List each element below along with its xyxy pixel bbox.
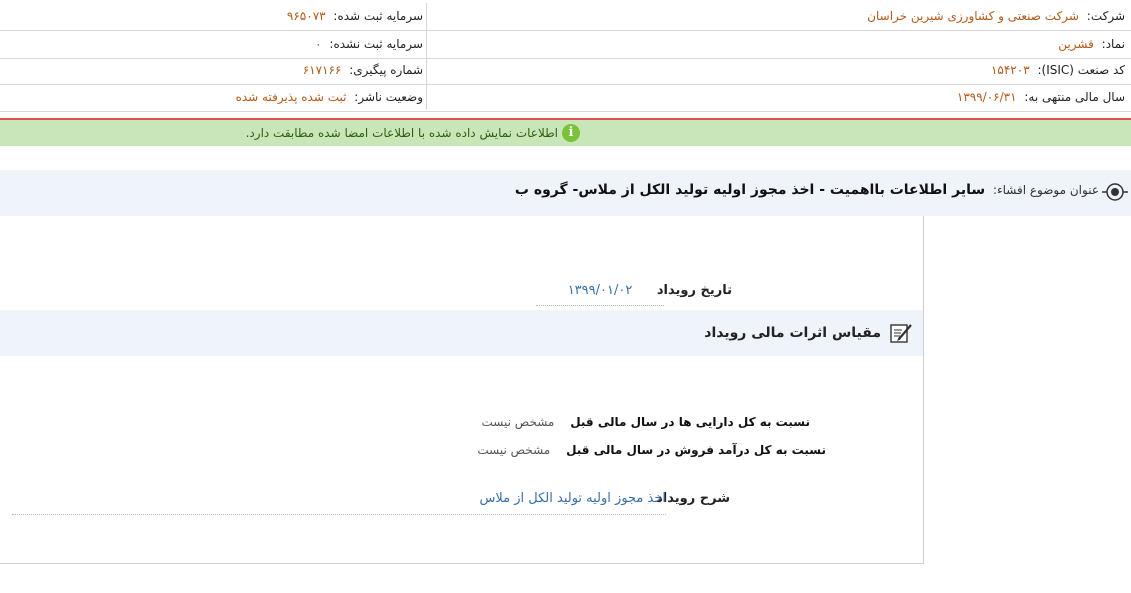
panel-border	[923, 216, 924, 564]
edit-note-icon	[890, 324, 912, 343]
revenue-ratio-label: نسبت به کل درآمد فروش در سال مالی قبل	[566, 443, 826, 457]
revenue-ratio-value: مشخص نیست	[477, 443, 551, 457]
symbol-value: قشرین	[1058, 37, 1094, 51]
panel-border	[0, 563, 924, 564]
verification-message-text: اطلاعات نمایش داده شده با اطلاعات امضا ش…	[245, 126, 558, 140]
symbol-label: نماد:	[1101, 37, 1125, 51]
table-row: کد صنعت (ISIC): ۱۵۴۲۰۳ شماره پیگیری: ۶۱۷…	[0, 57, 1131, 85]
company-label: شرکت:	[1086, 9, 1125, 23]
tracking-number-cell: شماره پیگیری: ۶۱۷۱۶۶	[303, 57, 423, 84]
isic-cell: کد صنعت (ISIC): ۱۵۴۲۰۳	[991, 57, 1125, 84]
subject-value: سایر اطلاعات بااهمیت - اخذ مجوز اولیه تو…	[514, 182, 986, 198]
fiscal-year-value: ۱۳۹۹/۰۶/۳۱	[956, 90, 1017, 104]
unregistered-capital-cell: سرمایه ثبت نشده: ۰	[315, 31, 423, 58]
publisher-status-label: وضعیت ناشر:	[354, 90, 423, 104]
target-icon	[1102, 183, 1128, 201]
unregistered-capital-label: سرمایه ثبت نشده:	[329, 37, 423, 51]
isic-value: ۱۵۴۲۰۳	[990, 63, 1030, 77]
info-icon: i	[562, 124, 580, 142]
financial-effects-section-header: مقیاس اثرات مالی رویداد	[0, 310, 923, 356]
event-date-field: ۱۳۹۹/۰۱/۰۲	[536, 281, 664, 306]
unregistered-capital-value: ۰	[315, 37, 322, 51]
assets-ratio-value: مشخص نیست	[481, 415, 555, 429]
event-date-label: تاریخ رویداد	[656, 283, 732, 298]
registered-capital-label: سرمایه ثبت شده:	[333, 9, 423, 23]
table-row: سال مالی منتهی به: ۱۳۹۹/۰۶/۳۱ وضعیت ناشر…	[0, 84, 1131, 112]
table-row: نماد: قشرین سرمایه ثبت نشده: ۰	[0, 31, 1131, 59]
company-info-table: شرکت: شرکت صنعتی و کشاورزی شیرین خراسان …	[0, 0, 1131, 112]
subject-line: عنوان موضوع افشاء: سایر اطلاعات بااهمیت …	[515, 170, 1099, 216]
verification-message-bar: i اطلاعات نمایش داده شده با اطلاعات امضا…	[0, 120, 1131, 146]
fiscal-year-cell: سال مالی منتهی به: ۱۳۹۹/۰۶/۳۱	[957, 84, 1125, 111]
event-description-label: شرح رویداد	[656, 491, 730, 506]
assets-ratio-label: نسبت به کل دارایی ها در سال مالی قبل	[570, 415, 810, 429]
symbol-cell: نماد: قشرین	[1058, 31, 1125, 58]
publisher-status-cell: وضعیت ناشر: ثبت شده پذیرفته شده	[236, 84, 423, 111]
subject-label: عنوان موضوع افشاء:	[992, 183, 1099, 197]
table-row: شرکت: شرکت صنعتی و کشاورزی شیرین خراسان …	[0, 3, 1131, 31]
tracking-number-label: شماره پیگیری:	[349, 63, 423, 77]
publisher-status-value: ثبت شده پذیرفته شده	[235, 90, 347, 104]
subject-bar: عنوان موضوع افشاء: سایر اطلاعات بااهمیت …	[0, 170, 1131, 216]
registered-capital-cell: سرمایه ثبت شده: ۹۶۵۰۷۳	[287, 3, 423, 30]
revenue-ratio-row: نسبت به کل درآمد فروش در سال مالی قبل مش…	[477, 440, 826, 460]
event-description-field: اخذ مجوز اولیه تولید الکل از ملاس	[12, 488, 666, 515]
tracking-number-value: ۶۱۷۱۶۶	[302, 63, 342, 77]
company-value: شرکت صنعتی و کشاورزی شیرین خراسان	[867, 9, 1079, 23]
isic-label: کد صنعت (ISIC):	[1037, 63, 1125, 77]
fiscal-year-label: سال مالی منتهی به:	[1024, 90, 1125, 104]
financial-effects-title: مقیاس اثرات مالی رویداد	[704, 325, 881, 341]
company-cell: شرکت: شرکت صنعتی و کشاورزی شیرین خراسان	[867, 3, 1125, 30]
registered-capital-value: ۹۶۵۰۷۳	[286, 9, 326, 23]
assets-ratio-row: نسبت به کل دارایی ها در سال مالی قبل مشخ…	[482, 412, 810, 432]
